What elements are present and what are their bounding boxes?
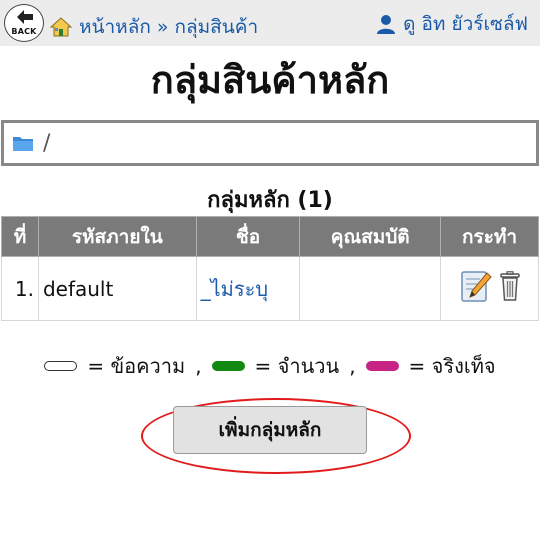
type-legend: = ข้อความ , = จำนวน , = จริงเท็จ	[0, 350, 540, 382]
row-actions	[440, 256, 539, 321]
table-caption: กลุ่มหลัก (1)	[207, 188, 333, 213]
header-name[interactable]: ชื่อ	[195, 216, 301, 257]
header-no[interactable]: ที่	[1, 216, 39, 257]
groups-table: ที่ รหัสภายใน ชื่อ คุณสมบัติ กระทำ 1. de…	[1, 216, 539, 321]
trash-icon[interactable]	[499, 271, 520, 301]
legend-separator: ,	[195, 354, 202, 378]
path-bar[interactable]: /	[1, 120, 539, 166]
breadcrumb-current-link[interactable]: กลุ่มสินค้า	[174, 12, 258, 42]
home-icon[interactable]	[50, 17, 72, 37]
legend-separator: ,	[349, 354, 356, 378]
row-attributes	[299, 256, 442, 321]
user-name[interactable]: ดู อิท ยัวร์เซล์ฟ	[403, 9, 528, 39]
path-text: /	[43, 130, 51, 156]
legend-boolean-label: = จริงเท็จ	[408, 354, 496, 378]
breadcrumb-home-link[interactable]: หน้าหลัก	[79, 12, 151, 42]
table-header-row: ที่ รหัสภายใน ชื่อ คุณสมบัติ กระทำ	[1, 216, 539, 257]
number-type-swatch	[211, 361, 245, 371]
row-code: default	[37, 256, 197, 321]
header-code[interactable]: รหัสภายใน	[37, 216, 197, 257]
add-main-group-button[interactable]: เพิ่มกลุ่มหลัก	[173, 406, 367, 454]
folder-icon	[13, 137, 33, 151]
legend-number-label: = จำนวน	[254, 354, 340, 378]
header-actions: กระทำ	[440, 216, 539, 257]
user-icon	[377, 15, 396, 34]
row-number: 1.	[1, 256, 39, 321]
back-button[interactable]: BACK	[4, 4, 44, 42]
text-type-swatch	[44, 361, 78, 371]
back-arrow-icon	[17, 10, 33, 24]
user-menu[interactable]: ดู อิท ยัวร์เซล์ฟ	[376, 9, 528, 39]
row-name-link[interactable]: _ไม่ระบุ	[195, 256, 301, 321]
top-bar: BACK หน้าหลัก » กลุ่มสินค้า ดู อิท ยัวร์…	[0, 0, 540, 46]
boolean-type-swatch	[365, 361, 399, 371]
breadcrumb: หน้าหลัก » กลุ่มสินค้า	[50, 12, 258, 42]
edit-icon[interactable]	[460, 269, 492, 303]
table-row: 1. default _ไม่ระบุ	[1, 256, 539, 321]
legend-text-label: = ข้อความ	[87, 354, 186, 378]
back-label: BACK	[11, 27, 37, 36]
header-attributes[interactable]: คุณสมบัติ	[299, 216, 442, 257]
page-title: กลุ่มสินค้าหลัก	[150, 58, 390, 102]
breadcrumb-separator: »	[156, 16, 169, 38]
